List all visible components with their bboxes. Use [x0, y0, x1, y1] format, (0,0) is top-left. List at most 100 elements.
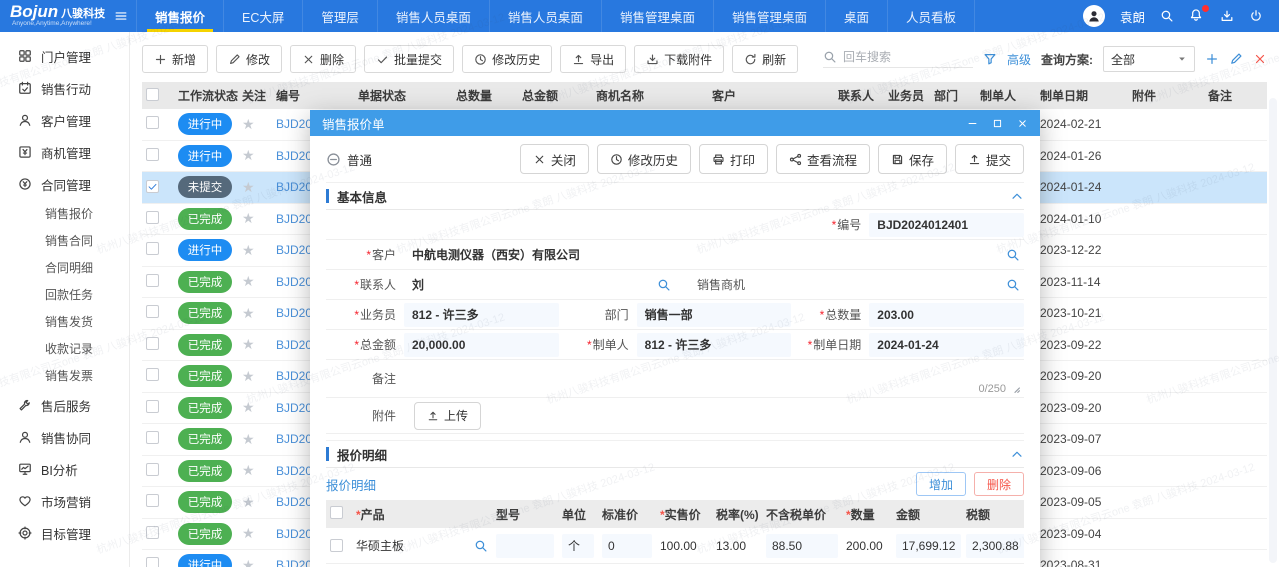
star-icon[interactable]: ★	[242, 273, 255, 289]
sidebar-item-bi[interactable]: BI分析	[0, 453, 129, 485]
nav-tab-1[interactable]: 销售报价	[136, 0, 223, 32]
detail-input-untaxed_price[interactable]: 88.50	[766, 534, 838, 558]
opportunity-field[interactable]	[753, 273, 1002, 297]
nav-tab-6[interactable]: 销售管理桌面	[601, 0, 713, 32]
detail-input-model[interactable]	[496, 534, 554, 558]
sidebar-subitem[interactable]: 销售发货	[0, 308, 129, 335]
row-checkbox[interactable]	[146, 211, 159, 224]
star-icon[interactable]: ★	[242, 557, 255, 567]
刷新-button[interactable]: 刷新	[732, 45, 798, 73]
customer-search-icon[interactable]	[1006, 248, 1020, 262]
导出-button[interactable]: 导出	[560, 45, 626, 73]
star-icon[interactable]: ★	[242, 147, 255, 163]
star-icon[interactable]: ★	[242, 525, 255, 541]
maximize-icon[interactable]	[992, 118, 1003, 129]
contact-search-icon[interactable]	[657, 278, 671, 292]
star-icon[interactable]: ★	[242, 116, 255, 132]
add-plan-icon[interactable]	[1205, 52, 1219, 66]
打印-button[interactable]: 打印	[699, 144, 768, 174]
notifications-button[interactable]	[1189, 8, 1205, 24]
advanced-search-link[interactable]: 高级	[1007, 51, 1031, 68]
row-checkbox[interactable]	[146, 557, 159, 567]
关闭-button[interactable]: 关闭	[520, 144, 589, 174]
修改历史-button[interactable]: 修改历史	[462, 45, 552, 73]
creator-field[interactable]: 812 - 许三多	[637, 333, 792, 357]
row-checkbox[interactable]	[146, 242, 159, 255]
detail-input-unit[interactable]: 个	[562, 534, 594, 558]
row-checkbox[interactable]	[146, 526, 159, 539]
sidebar-item-contract[interactable]: 合同管理	[0, 168, 129, 200]
total-amount-field[interactable]: 20,000.00	[404, 333, 559, 357]
menu-toggle-button[interactable]	[106, 0, 136, 32]
search-input[interactable]	[843, 50, 953, 64]
star-icon[interactable]: ★	[242, 368, 255, 384]
star-icon[interactable]: ★	[242, 336, 255, 352]
sidebar-item-customer[interactable]: 客户管理	[0, 104, 129, 136]
row-checkbox[interactable]	[146, 305, 159, 318]
minimize-icon[interactable]	[967, 118, 978, 129]
row-checkbox[interactable]	[146, 116, 159, 129]
customer-field[interactable]: 中航电测仪器（西安）有限公司	[404, 243, 1002, 267]
sidebar-item-service[interactable]: 售后服务	[0, 389, 129, 421]
add-row-button[interactable]: 增加	[916, 472, 966, 496]
star-icon[interactable]: ★	[242, 399, 255, 415]
filter-icon[interactable]	[983, 52, 997, 66]
保存-button[interactable]: 保存	[878, 144, 947, 174]
contact-field[interactable]: 刘	[404, 273, 653, 297]
sidebar-subitem[interactable]: 销售报价	[0, 200, 129, 227]
sidebar-subitem[interactable]: 销售发票	[0, 362, 129, 389]
删除-button[interactable]: 删除	[290, 45, 356, 73]
nav-tab-4[interactable]: 销售人员桌面	[377, 0, 489, 32]
批量提交-button[interactable]: 批量提交	[364, 45, 454, 73]
collapse-icon[interactable]	[1010, 189, 1024, 203]
row-checkbox[interactable]	[146, 148, 159, 161]
dept-field[interactable]: 销售一部	[637, 303, 792, 327]
download-icon[interactable]	[1220, 9, 1234, 23]
提交-button[interactable]: 提交	[955, 144, 1024, 174]
upload-button[interactable]: 上传	[414, 402, 481, 430]
row-checkbox[interactable]	[146, 431, 159, 444]
sidebar-subitem[interactable]: 收款记录	[0, 335, 129, 362]
sidebar-subitem[interactable]: 回款任务	[0, 281, 129, 308]
查看流程-button[interactable]: 查看流程	[776, 144, 870, 174]
create-date-field[interactable]: 2024-01-24	[869, 333, 1024, 357]
sidebar-subitem[interactable]: 合同明细	[0, 254, 129, 281]
star-icon[interactable]: ★	[242, 179, 255, 195]
logout-icon[interactable]	[1249, 9, 1263, 23]
sidebar-item-action[interactable]: 销售行动	[0, 72, 129, 104]
star-icon[interactable]: ★	[242, 305, 255, 321]
sidebar-item-grid[interactable]: 门户管理	[0, 40, 129, 72]
query-plan-select[interactable]: 全部	[1103, 46, 1195, 72]
detail-link[interactable]: 报价明细	[326, 475, 376, 494]
row-checkbox[interactable]	[146, 337, 159, 350]
nav-tab-2[interactable]: EC大屏	[223, 0, 302, 32]
nav-tab-9[interactable]: 人员看板	[887, 0, 975, 32]
edit-plan-icon[interactable]	[1229, 52, 1243, 66]
row-checkbox[interactable]	[146, 400, 159, 413]
delete-plan-icon[interactable]	[1253, 52, 1267, 66]
close-icon[interactable]	[1017, 118, 1028, 129]
star-icon[interactable]: ★	[242, 462, 255, 478]
sidebar-item-collaboration[interactable]: 销售协同	[0, 421, 129, 453]
sidebar-item-target[interactable]: 目标管理	[0, 517, 129, 549]
remark-textarea[interactable]: 0/250	[404, 361, 1024, 397]
total-qty-field[interactable]: 203.00	[869, 303, 1024, 327]
product-name[interactable]: 华硕主板	[356, 537, 474, 554]
detail-input-std_price[interactable]: 0	[602, 534, 652, 558]
nav-tab-8[interactable]: 桌面	[825, 0, 887, 32]
row-checkbox[interactable]	[146, 368, 159, 381]
row-checkbox[interactable]	[146, 463, 159, 476]
opportunity-search-icon[interactable]	[1006, 278, 1020, 292]
下载附件-button[interactable]: 下载附件	[634, 45, 724, 73]
username[interactable]: 袁朗	[1120, 7, 1145, 26]
row-checkbox[interactable]	[146, 494, 159, 507]
star-icon[interactable]: ★	[242, 494, 255, 510]
star-icon[interactable]: ★	[242, 242, 255, 258]
修改历史-button[interactable]: 修改历史	[597, 144, 691, 174]
detail-row-checkbox[interactable]	[330, 539, 343, 552]
star-icon[interactable]: ★	[242, 431, 255, 447]
sidebar-subitem[interactable]: 销售合同	[0, 227, 129, 254]
search-icon[interactable]	[1160, 9, 1174, 23]
delete-row-button[interactable]: 删除	[974, 472, 1024, 496]
nav-tab-5[interactable]: 销售人员桌面	[489, 0, 601, 32]
